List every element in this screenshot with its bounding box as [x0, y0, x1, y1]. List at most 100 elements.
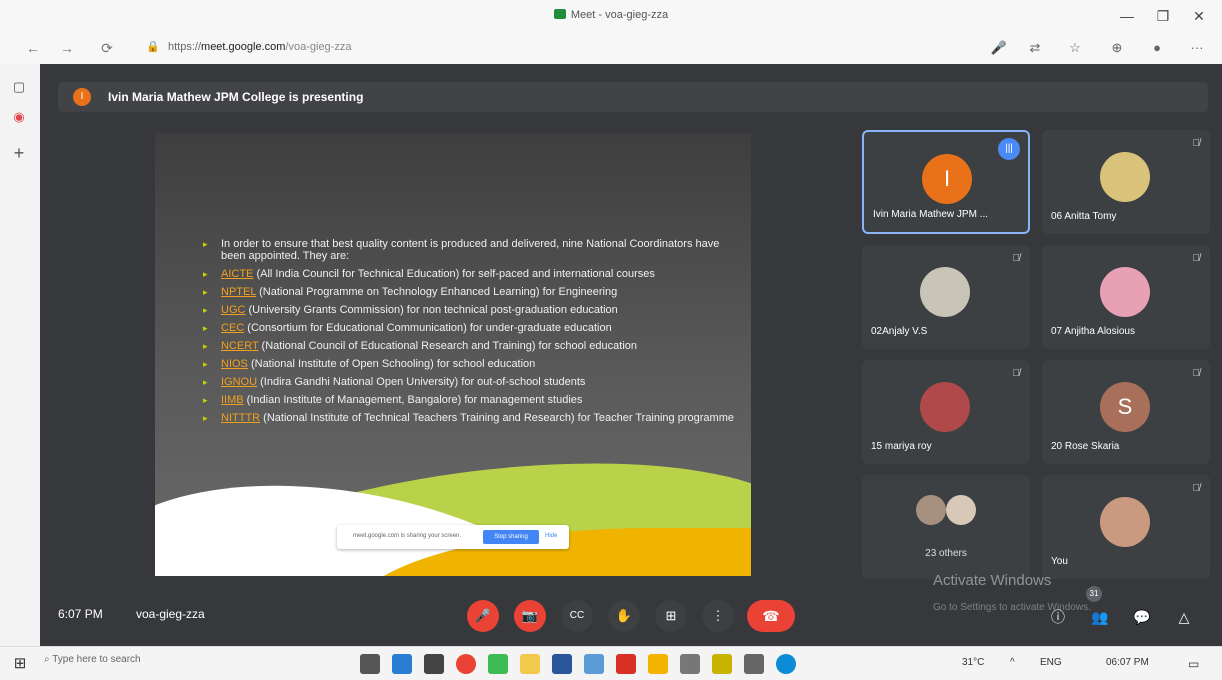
url-field[interactable]: https://meet.google.com/voa-gieg-zza — [168, 41, 351, 53]
participant-tile[interactable]: 🎙̸ 06 Anitta Tomy — [1042, 130, 1210, 234]
record-icon[interactable]: ◉ — [10, 108, 28, 126]
slide-bullet: NIOS (National Institute of Open Schooli… — [203, 358, 743, 370]
tray-chevron-icon[interactable]: ^ — [1010, 657, 1015, 668]
screen-share-notice: meet.google.com is sharing your screen. … — [337, 525, 569, 549]
lock-icon[interactable]: 🔒 — [146, 40, 160, 54]
chrome-icon[interactable] — [456, 654, 476, 674]
slide-bullet-list: In order to ensure that best quality con… — [203, 238, 743, 430]
captions-button[interactable]: CC — [561, 600, 593, 632]
self-name: You — [1051, 556, 1068, 567]
back-button[interactable]: ← — [22, 38, 44, 58]
edge-icon[interactable] — [776, 654, 796, 674]
speaking-indicator-icon: ||| — [998, 138, 1020, 160]
browser-sidebar: ▢ ◉ + — [0, 64, 40, 646]
profile-icon[interactable]: ● — [1148, 39, 1166, 57]
participant-name: 07 Anjitha Alosious — [1051, 326, 1135, 337]
participant-tile[interactable]: 🎙̸ 02Anjaly V.S — [862, 245, 1030, 349]
paint-icon[interactable] — [712, 654, 732, 674]
add-icon[interactable]: + — [10, 144, 28, 162]
meet-stage: I Ivin Maria Mathew JPM College is prese… — [40, 64, 1222, 646]
presenter-avatar: I — [73, 88, 91, 106]
task-view-icon[interactable] — [360, 654, 380, 674]
windows-taskbar: ⊞ ⌕ Type here to search 31°C ^ ENG 06:07… — [0, 646, 1222, 680]
camera-icon[interactable] — [680, 654, 700, 674]
participant-avatar — [920, 267, 970, 317]
mic-toggle-button[interactable]: 🎤 — [467, 600, 499, 632]
url-prefix: https:// — [168, 41, 202, 53]
start-icon[interactable]: ⊞ — [10, 654, 30, 674]
url-path: /voa-gieg-zza — [285, 41, 352, 53]
slide-bullet: CEC (Consortium for Educational Communic… — [203, 322, 743, 334]
meeting-code: voa-gieg-zza — [136, 607, 205, 621]
meeting-time: 6:07 PM — [58, 607, 103, 621]
hide-notice-button[interactable]: Hide — [545, 533, 557, 539]
meet-controls-bar: 6:07 PM voa-gieg-zza 🎤 📷 CC ✋ ⊞ ⋮ ☎ ⓘ 👥 … — [40, 586, 1222, 646]
store-icon[interactable] — [424, 654, 444, 674]
powerpoint-icon[interactable] — [648, 654, 668, 674]
activities-icon[interactable]: △ — [1174, 607, 1194, 627]
mic-off-icon: 🎙̸ — [1192, 138, 1201, 149]
mic-off-icon: 🎙̸ — [1192, 483, 1201, 494]
participant-avatar — [946, 495, 976, 525]
presenting-bar: I Ivin Maria Mathew JPM College is prese… — [58, 82, 1208, 112]
clock[interactable]: 06:07 PM — [1106, 657, 1149, 668]
more-icon[interactable]: ··· — [1188, 39, 1206, 57]
others-count: 23 others — [925, 548, 967, 559]
favorites-icon[interactable]: ☆ — [1066, 39, 1084, 57]
notifications-icon[interactable]: ▭ — [1188, 657, 1199, 671]
share-notice-message: meet.google.com is sharing your screen. — [353, 533, 462, 539]
acrobat-icon[interactable] — [616, 654, 636, 674]
participant-tile[interactable]: 🎙̸ 15 mariya roy — [862, 360, 1030, 464]
self-avatar — [1100, 497, 1150, 547]
mic-off-icon: 🎙̸ — [1012, 253, 1021, 264]
window-titlebar: Meet - voa-gieg-zza — ❐ ✕ — [0, 0, 1222, 32]
participant-avatar: S — [1100, 382, 1150, 432]
participant-avatar — [1100, 152, 1150, 202]
reload-button[interactable]: ⟳ — [96, 38, 118, 58]
camera-toggle-button[interactable]: 📷 — [514, 600, 546, 632]
others-tile[interactable]: 23 others — [862, 475, 1030, 579]
maximize-button[interactable]: ❐ — [1152, 6, 1174, 26]
minimize-button[interactable]: — — [1116, 6, 1138, 26]
collections-icon[interactable]: ⊕ — [1108, 39, 1126, 57]
participant-avatar — [1100, 267, 1150, 317]
mail-icon[interactable] — [392, 654, 412, 674]
participant-tile[interactable]: 🎙̸ 07 Anjitha Alosious — [1042, 245, 1210, 349]
end-call-button[interactable]: ☎ — [747, 600, 795, 632]
chat-icon[interactable]: 💬 — [1132, 607, 1152, 627]
people-icon[interactable]: 👥 — [1090, 607, 1110, 627]
slide-bullet: NCERT (National Council of Educational R… — [203, 340, 743, 352]
participant-tile[interactable]: S 🎙̸ 20 Rose Skaria — [1042, 360, 1210, 464]
edge-beta-icon[interactable] — [488, 654, 508, 674]
slide-bullet: IGNOU (Indira Gandhi National Open Unive… — [203, 376, 743, 388]
files-icon[interactable] — [520, 654, 540, 674]
raise-hand-button[interactable]: ✋ — [608, 600, 640, 632]
translate-icon[interactable]: ⇄ — [1026, 39, 1044, 57]
url-domain: meet.google.com — [201, 41, 286, 53]
word-icon[interactable] — [552, 654, 572, 674]
participant-avatar: I — [922, 154, 972, 204]
stop-sharing-button[interactable]: Stop sharing — [483, 530, 539, 544]
presenting-text: Ivin Maria Mathew JPM College is present… — [108, 90, 364, 104]
participant-name: 15 mariya roy — [871, 441, 932, 452]
forward-button[interactable]: → — [56, 38, 78, 58]
participant-tile[interactable]: I ||| Ivin Maria Mathew JPM ... — [862, 130, 1030, 234]
present-button[interactable]: ⊞ — [655, 600, 687, 632]
info-icon[interactable]: ⓘ — [1048, 607, 1068, 627]
slide-bullet: UGC (University Grants Commission) for n… — [203, 304, 743, 316]
window-title: Meet - voa-gieg-zza — [0, 9, 1222, 21]
close-button[interactable]: ✕ — [1188, 6, 1210, 26]
taskbar-search[interactable]: ⌕ Type here to search — [44, 654, 304, 674]
tabs-icon[interactable]: ▢ — [10, 78, 28, 96]
mic-icon[interactable]: 🎤 — [990, 39, 1008, 57]
slide-bullet: NITTTR (National Institute of Technical … — [203, 412, 743, 424]
self-tile[interactable]: 🎙̸ You — [1042, 475, 1210, 579]
search-placeholder: Type here to search — [52, 654, 141, 665]
teams-icon[interactable] — [584, 654, 604, 674]
slide-bullet: AICTE (All India Council for Technical E… — [203, 268, 743, 280]
more-options-button[interactable]: ⋮ — [702, 600, 734, 632]
meet-icon — [553, 9, 566, 19]
language[interactable]: ENG — [1040, 657, 1062, 668]
weather[interactable]: 31°C — [962, 657, 984, 668]
calculator-icon[interactable] — [744, 654, 764, 674]
